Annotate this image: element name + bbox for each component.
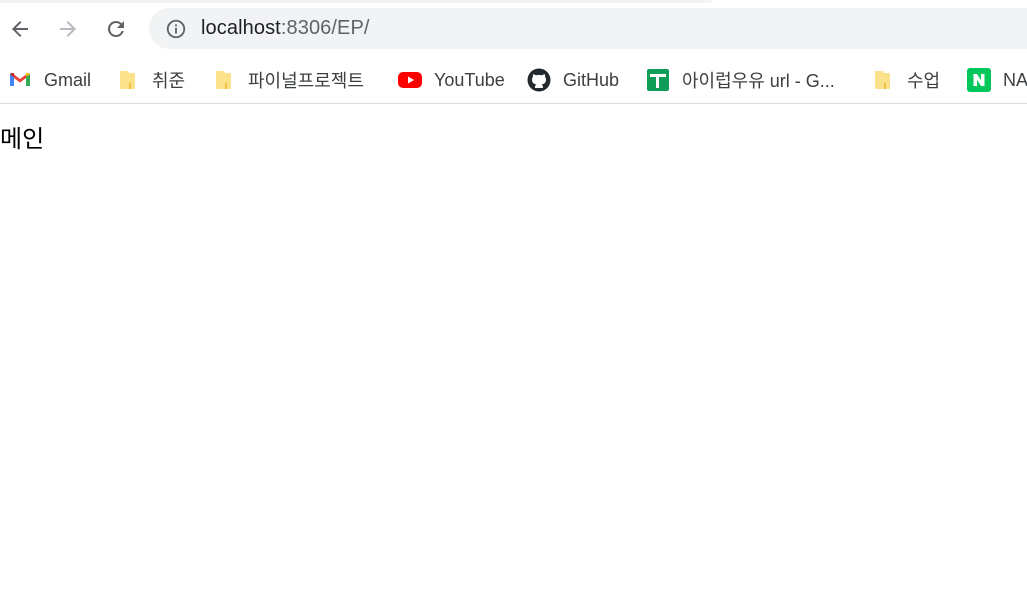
address-bar[interactable]: localhost:8306/EP/ (149, 8, 1027, 49)
bookmark-folder-취준[interactable]: 취준 (116, 64, 185, 96)
bookmark-youtube[interactable]: YouTube (398, 64, 505, 96)
arrow-right-icon (60, 21, 76, 37)
bookmarks-bar: Gmail 취준 파이널프로젝트 YouTube GitHub 아이럽우유 ur… (0, 58, 1027, 103)
folder-icon (871, 68, 895, 92)
site-info-icon[interactable] (165, 18, 187, 40)
youtube-icon (398, 68, 422, 92)
main-heading: 메인 (0, 125, 45, 153)
bookmark-label: 아이럽우유 url - G... (682, 71, 835, 91)
arrow-left-icon (12, 21, 28, 37)
google-sheets-icon (646, 68, 670, 92)
bookmark-folder-final-project[interactable]: 파이널프로젝트 (212, 64, 364, 96)
naver-icon (967, 68, 991, 92)
bookmark-label: NA (1003, 69, 1027, 90)
gmail-icon (8, 68, 32, 92)
bookmark-label: 파이널프로젝트 (248, 71, 364, 91)
browser-toolbar: localhost:8306/EP/ (0, 0, 1027, 58)
bookmark-gmail[interactable]: Gmail (8, 64, 91, 96)
bookmark-label: YouTube (434, 69, 505, 90)
folder-icon (212, 68, 236, 92)
folder-icon (116, 68, 140, 92)
bookmark-folder-수업[interactable]: 수업 (871, 64, 940, 96)
url-text[interactable]: localhost:8306/EP/ (201, 17, 370, 40)
bookmark-google-sheets[interactable]: 아이럽우유 url - G... (646, 64, 835, 96)
bookmark-label: Gmail (44, 69, 92, 90)
bookmark-github[interactable]: GitHub (527, 64, 619, 96)
active-tab-edge (0, 0, 712, 3)
page-content: 메인 (0, 104, 1027, 600)
bookmark-label: 취준 (152, 71, 186, 91)
reload-icon (107, 20, 124, 37)
forward-button[interactable] (50, 11, 86, 47)
bookmark-label: 수업 (907, 71, 941, 91)
github-icon (527, 68, 551, 92)
back-button[interactable] (2, 11, 38, 47)
reload-button[interactable] (98, 11, 134, 47)
url-path: :8306/EP/ (280, 17, 370, 39)
bookmark-naver[interactable]: NA (967, 64, 1027, 96)
url-host: localhost (201, 17, 281, 39)
bookmark-label: GitHub (563, 69, 620, 90)
